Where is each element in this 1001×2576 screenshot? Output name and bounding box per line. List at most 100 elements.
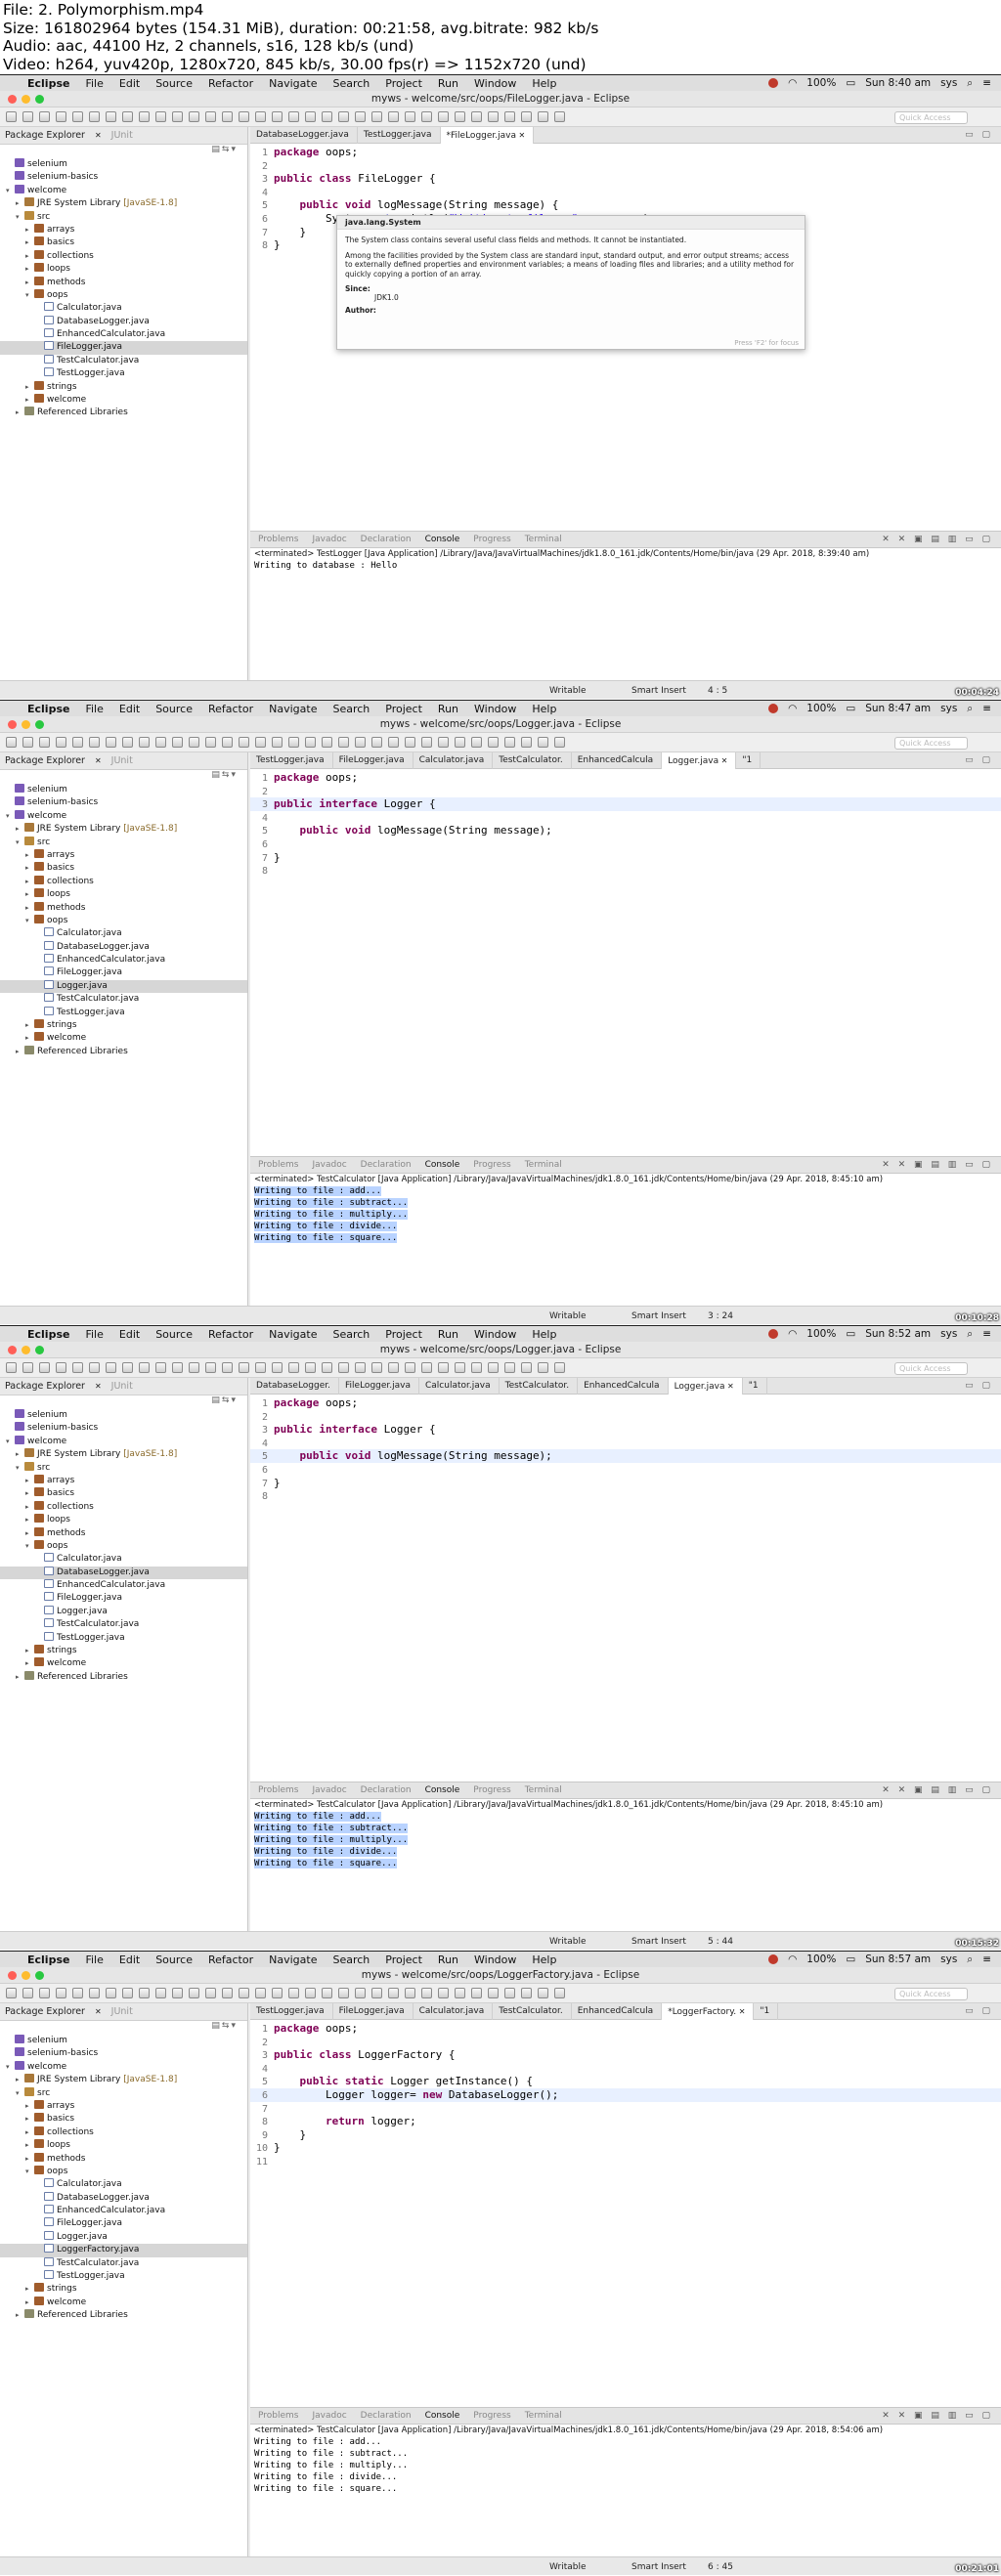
tree-item-loops[interactable]: ▸ loops (0, 888, 247, 901)
tab-console[interactable]: Console (425, 535, 460, 544)
console-output-line[interactable]: Writing to file : divide... (250, 2471, 1001, 2483)
expand-arrow-icon[interactable]: ▸ (25, 263, 34, 276)
save-toolbar-icon[interactable] (22, 111, 33, 122)
tree-item-selenium[interactable]: selenium (0, 158, 247, 171)
menu-item-window[interactable]: Window (474, 703, 516, 715)
battery-icon[interactable]: ▭ (846, 1328, 855, 1340)
debug-toolbar-icon[interactable] (89, 1988, 100, 1998)
tree-item-selenium[interactable]: selenium (0, 784, 247, 796)
expand-arrow-icon[interactable]: ▾ (25, 915, 34, 927)
print-toolbar-icon[interactable] (371, 1362, 382, 1373)
console-output-line[interactable]: Writing to file : divide... (250, 1846, 1001, 1858)
code-line[interactable]: 8 (250, 1489, 1001, 1503)
tree-item-oops[interactable]: ▾ oops (0, 288, 247, 302)
code-line[interactable]: 1 package oops; (250, 771, 1001, 785)
new-java-project-toolbar-icon[interactable] (139, 1988, 150, 1998)
editor-minmax-icons[interactable]: ▭ ▢ (965, 1381, 1001, 1391)
editor-tab[interactable]: "1 (754, 2002, 779, 2020)
next-annotation-toolbar-icon[interactable] (222, 111, 233, 122)
new-class-toolbar-icon[interactable] (172, 1988, 183, 1998)
junit-tab[interactable]: JUnit (111, 755, 133, 766)
close-window-button[interactable] (8, 1971, 17, 1980)
code-area[interactable]: 1 package oops; 2 3 public class LoggerFacto… (250, 2020, 1001, 2168)
code-line[interactable]: 4 (250, 1437, 1001, 1450)
forward-toolbar-icon[interactable] (272, 737, 283, 748)
new-package-toolbar-icon[interactable] (471, 1988, 482, 1998)
tab-console[interactable]: Console (425, 1160, 460, 1170)
tree-item-testlogger-java[interactable]: TestLogger.java (0, 367, 247, 380)
tree-item-oops[interactable]: ▾ oops (0, 2165, 247, 2178)
tab-problems[interactable]: Problems (258, 2411, 298, 2421)
menu-item-refactor[interactable]: Refactor (208, 1328, 253, 1341)
new-package-toolbar-icon[interactable] (471, 1362, 482, 1373)
notification-icon[interactable] (768, 78, 779, 88)
tree-item-selenium[interactable]: selenium (0, 1409, 247, 1422)
expand-arrow-icon[interactable]: ▸ (16, 1448, 24, 1461)
expand-arrow-icon[interactable]: ▾ (25, 2166, 34, 2178)
app-menu[interactable]: Eclipse (27, 1953, 69, 1966)
editor-tab[interactable]: FileLogger.java (339, 1377, 419, 1395)
close-window-button[interactable] (8, 720, 17, 729)
tree-item-testcalculator-java[interactable]: TestCalculator.java (0, 1618, 247, 1631)
code-line[interactable]: 6 (250, 837, 1001, 851)
user-name[interactable]: sys (940, 703, 957, 714)
close-tab-icon[interactable]: ✕ (724, 1382, 734, 1391)
save-toolbar-icon[interactable] (338, 111, 349, 122)
editor-minmax-icons[interactable]: ▭ ▢ (965, 755, 1001, 765)
tree-item-testlogger-java[interactable]: TestLogger.java (0, 1631, 247, 1645)
spotlight-icon[interactable]: ⌕ (967, 77, 973, 90)
search-toolbar-icon[interactable] (205, 1362, 216, 1373)
tree-item-jre-system-library[interactable]: ▸ JRE System Library [JavaSE-1.8] (0, 2074, 247, 2086)
expand-arrow-icon[interactable]: ▾ (6, 2061, 15, 2074)
external-tools-toolbar-icon[interactable] (122, 737, 133, 748)
tree-item-arrays[interactable]: ▸ arrays (0, 848, 247, 862)
new-package-toolbar-icon[interactable] (155, 1988, 166, 1998)
tab-console[interactable]: Console (425, 2411, 460, 2421)
expand-arrow-icon[interactable]: ▸ (16, 1671, 24, 1684)
new-package-toolbar-icon[interactable] (471, 737, 482, 748)
tab-problems[interactable]: Problems (258, 535, 298, 544)
package-explorer-tab[interactable]: Package Explorer (5, 130, 85, 141)
collapse-all-icon[interactable]: ▤ (211, 1395, 222, 1405)
notification-center-icon[interactable]: ≡ (982, 77, 991, 89)
menu-item-run[interactable]: Run (438, 1328, 458, 1341)
code-line[interactable]: 8 return logger; (250, 2115, 1001, 2128)
notification-icon[interactable] (768, 1954, 779, 1964)
expand-arrow-icon[interactable]: ▸ (25, 888, 34, 901)
quick-access-field[interactable]: Quick Access (894, 1988, 968, 2000)
expand-arrow-icon[interactable]: ▸ (25, 862, 34, 875)
expand-arrow-icon[interactable]: ▾ (16, 2087, 24, 2100)
tree-item-strings[interactable]: ▸ strings (0, 380, 247, 394)
tree-item-oops[interactable]: ▾ oops (0, 914, 247, 927)
code-line[interactable]: 4 (250, 811, 1001, 825)
save-toolbar-icon[interactable] (338, 1988, 349, 1998)
close-tab-icon[interactable]: ✕ (95, 131, 102, 140)
tree-item-methods[interactable]: ▸ methods (0, 901, 247, 915)
tree-item-filelogger-java[interactable]: FileLogger.java (0, 341, 247, 355)
pin-toolbar-icon[interactable] (288, 737, 299, 748)
new-class-toolbar-icon[interactable] (488, 1988, 499, 1998)
tree-item-selenium-basics[interactable]: selenium-basics (0, 2047, 247, 2060)
search-toolbar-icon[interactable] (521, 737, 532, 748)
tree-item-enhancedcalculator-java[interactable]: EnhancedCalculator.java (0, 2205, 247, 2217)
quick-access-field[interactable]: Quick Access (894, 1362, 968, 1375)
wifi-icon[interactable]: ◠ (788, 1328, 797, 1340)
new-java-project-toolbar-icon[interactable] (455, 737, 465, 748)
search-toolbar-icon[interactable] (521, 1362, 532, 1373)
tab-terminal[interactable]: Terminal (525, 535, 562, 544)
tree-item-referenced-libraries[interactable]: ▸ Referenced Libraries (0, 407, 247, 419)
expand-arrow-icon[interactable]: ▾ (25, 1540, 34, 1553)
menu-item-edit[interactable]: Edit (119, 77, 140, 90)
expand-arrow-icon[interactable]: ▾ (16, 837, 24, 849)
tree-item-logger-java[interactable]: Logger.java (0, 979, 247, 994)
tree-item-methods[interactable]: ▸ methods (0, 1526, 247, 1540)
run-toolbar-icon[interactable] (421, 1988, 432, 1998)
tree-item-databaselogger-java[interactable]: DatabaseLogger.java (0, 940, 247, 954)
debug-toolbar-icon[interactable] (89, 111, 100, 122)
close-tab-icon[interactable]: ✕ (736, 2007, 746, 2016)
new-java-project-toolbar-icon[interactable] (139, 1362, 150, 1373)
console-toolbar[interactable]: ✕ ✕ ▣ ▤ ▥ ▭ ▢ (882, 2411, 1001, 2421)
new-package-toolbar-icon[interactable] (155, 111, 166, 122)
open-type-toolbar-icon[interactable] (189, 737, 199, 748)
debug-toolbar-icon[interactable] (89, 737, 100, 748)
